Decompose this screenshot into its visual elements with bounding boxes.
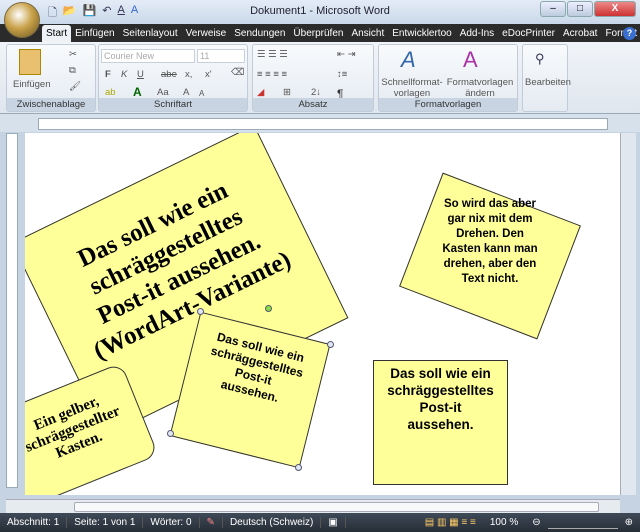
font-size-select[interactable]: 11 [197, 49, 245, 63]
group-label: Absatz [253, 98, 373, 111]
text-line: Drehen. Den [456, 228, 524, 240]
group-editing: ⚲ Bearbeiten [522, 44, 571, 112]
horizontal-scrollbar[interactable] [6, 499, 620, 513]
cut-icon[interactable]: ✂ [69, 49, 77, 60]
tab-edocprinter[interactable]: eDocPrinter [498, 25, 559, 42]
text-line: So wird das aber [443, 198, 537, 210]
line-spacing-icon[interactable]: ↕≡ [337, 69, 347, 80]
text-line: Kasten kann man [442, 243, 538, 255]
tab-sendungen[interactable]: Sendungen [230, 25, 289, 42]
tab-ueberpruefen[interactable]: Überprüfen [289, 25, 347, 42]
horizontal-ruler[interactable] [38, 118, 608, 130]
language-status[interactable]: Deutsch (Schweiz) [223, 517, 322, 528]
superscript-button[interactable]: x' [205, 69, 212, 80]
ribbon: Einfügen ✂ ⧉ 🖌 Zwischenablage Courier Ne… [0, 42, 640, 114]
rotate-handle[interactable] [265, 305, 272, 312]
section-status[interactable]: Abschnitt: 1 [0, 517, 68, 528]
zoom-out-button[interactable]: ⊖ [525, 517, 547, 528]
help-icon[interactable]: ? [623, 27, 636, 40]
group-styles: A A Schnellformat-vorlagen Formatvorlage… [378, 44, 518, 112]
group-paragraph: ☰ ☰ ☰ ⇤ ⇥ ≡ ≡ ≡ ≡ ↕≡ ◢ ⊞ 2↓ ¶ Absatz [252, 44, 374, 112]
group-label: Schriftart [99, 98, 247, 111]
tab-ansicht[interactable]: Ansicht [347, 25, 388, 42]
word-count[interactable]: Wörter: 0 [143, 517, 200, 528]
text-line: Das soll wie ein [390, 366, 491, 381]
change-styles-button[interactable]: Formatvorlagen ändern [445, 77, 515, 99]
zoom-level[interactable]: 100 % [483, 517, 525, 528]
label: Schnellformat- [381, 77, 443, 88]
status-bar: Abschnitt: 1 Seite: 1 von 1 Wörter: 0 ✎ … [0, 513, 640, 532]
strikethrough-button[interactable]: abe [161, 69, 177, 80]
office-button[interactable] [4, 2, 40, 38]
format-painter-icon[interactable]: 🖌 [69, 81, 81, 92]
highlight-icon[interactable]: ab [105, 87, 116, 98]
shading-icon[interactable]: ◢ [257, 87, 264, 98]
resize-handle[interactable] [327, 341, 334, 348]
tab-entwicklertools[interactable]: Entwicklertoo [388, 25, 455, 42]
view-buttons[interactable]: ▤ ▥ ▦ ≡ ≡ [418, 517, 483, 528]
text-line: schräggestelltes [387, 383, 494, 398]
bold-button[interactable]: F [105, 69, 111, 80]
indent-icon[interactable]: ⇤ ⇥ [337, 49, 356, 60]
ribbon-tabs: Start Einfügen Seitenlayout Verweise Sen… [0, 24, 640, 42]
copy-icon[interactable]: ⧉ [69, 65, 76, 76]
quick-styles-icon[interactable]: A [401, 47, 416, 73]
borders-icon[interactable]: ⊞ [283, 87, 291, 98]
document-page[interactable]: Das soll wie ein schräggestelltes Post-i… [25, 133, 620, 495]
resize-handle[interactable] [197, 308, 204, 315]
maximize-button[interactable]: □ [567, 1, 593, 17]
resize-handle[interactable] [167, 430, 174, 437]
proofing-icon[interactable]: ✎ [200, 517, 223, 528]
minimize-button[interactable]: – [540, 1, 566, 17]
group-clipboard: Einfügen ✂ ⧉ 🖌 Zwischenablage [6, 44, 96, 112]
tab-einfuegen[interactable]: Einfügen [71, 25, 118, 42]
paste-button[interactable]: Einfügen [13, 79, 51, 90]
resize-handle[interactable] [295, 464, 302, 471]
tab-verweise[interactable]: Verweise [182, 25, 231, 42]
straight-postit[interactable]: Das soll wie ein schräggestelltes Post-i… [373, 360, 508, 485]
scroll-thumb[interactable] [74, 502, 599, 512]
tab-seitenlayout[interactable]: Seitenlayout [119, 25, 182, 42]
close-button[interactable]: X [594, 1, 636, 17]
title-bar: 🗋 📂 💾 ↶ A A Dokument1 - Microsoft Word –… [0, 0, 640, 24]
vertical-ruler[interactable] [6, 133, 18, 488]
font-name-select[interactable]: Courier New [101, 49, 195, 63]
text-line: Text nicht. [461, 273, 519, 285]
vertical-scrollbar[interactable] [620, 133, 636, 495]
quick-styles-button[interactable]: Schnellformat-vorlagen [381, 77, 443, 99]
group-label: Zwischenablage [7, 98, 95, 111]
group-font: Courier New 11 F K U abe x, x' ⌫ ab A Aa… [98, 44, 248, 112]
editing-button[interactable]: Bearbeiten [525, 77, 571, 88]
text-line: Post-it [419, 400, 462, 415]
tab-add-ins[interactable]: Add-Ins [456, 25, 498, 42]
underline-button[interactable]: U [137, 69, 144, 80]
unrotated-text: So wird das aber gar nix mit dem Drehen.… [425, 197, 555, 287]
bullets-icon[interactable]: ☰ ☰ ☰ [257, 49, 288, 60]
macro-icon[interactable]: ▣ [321, 517, 346, 528]
tab-start[interactable]: Start [42, 25, 72, 42]
text-line: aussehen. [407, 417, 474, 432]
subscript-button[interactable]: x, [185, 69, 192, 80]
label: Formatvorlagen [446, 77, 514, 88]
page-status[interactable]: Seite: 1 von 1 [67, 517, 144, 528]
align-icons[interactable]: ≡ ≡ ≡ ≡ [257, 69, 287, 80]
binoculars-icon[interactable]: ⚲ [535, 51, 545, 67]
tab-acrobat[interactable]: Acrobat [559, 25, 601, 42]
change-case-button[interactable]: Aa [157, 87, 169, 98]
grow-font-button[interactable]: A [183, 87, 189, 98]
group-label: Formatvorlagen [379, 98, 517, 111]
clear-format-icon[interactable]: ⌫ [231, 67, 244, 78]
text-line: drehen, aber den [443, 258, 537, 270]
text-line: gar nix mit dem [447, 213, 533, 225]
sort-button[interactable]: 2↓ [311, 87, 321, 98]
zoom-in-button[interactable]: ⊕ [618, 517, 640, 528]
shrink-font-button[interactable]: A [199, 89, 204, 98]
italic-button[interactable]: K [121, 69, 127, 80]
change-styles-icon[interactable]: A [463, 47, 478, 73]
paste-icon[interactable] [19, 49, 41, 75]
